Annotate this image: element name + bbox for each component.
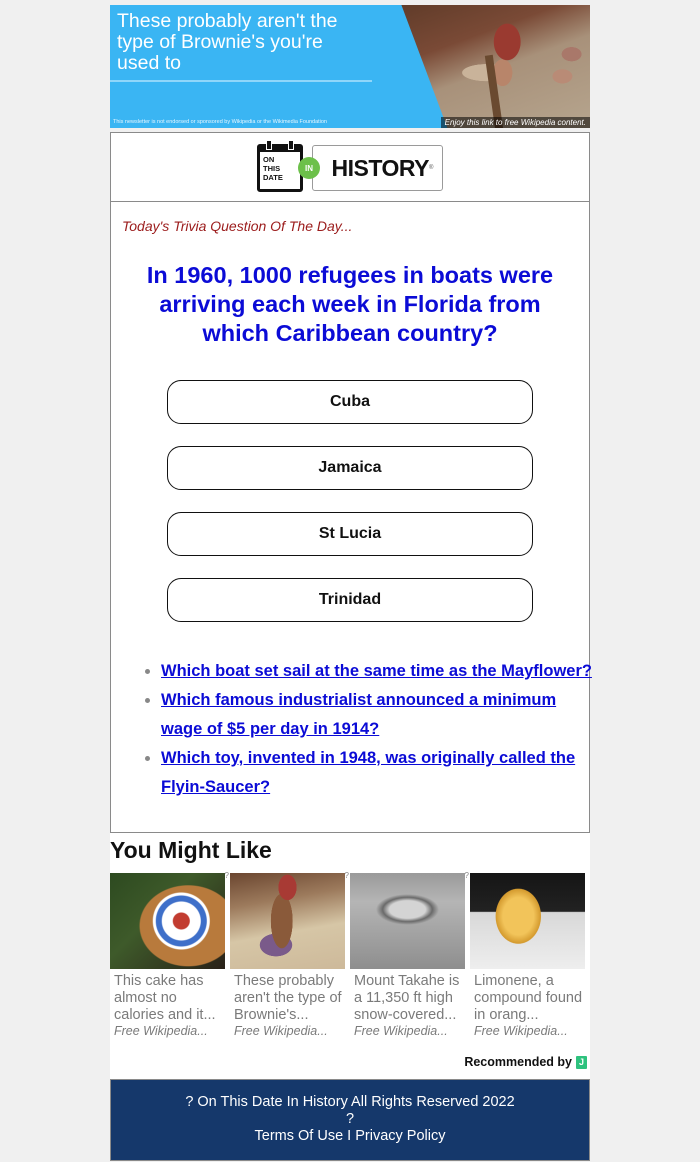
tile-title: These probably aren't the type of Browni… bbox=[234, 973, 342, 1023]
logo-word: HISTORY bbox=[331, 154, 430, 181]
answer-options: Cuba Jamaica St Lucia Trinidad bbox=[167, 380, 533, 644]
banner-image bbox=[401, 5, 590, 128]
more-questions-list: Which boat set sail at the same time as … bbox=[141, 657, 601, 802]
footer-separator: ? bbox=[345, 1111, 355, 1127]
recommendation-tile[interactable]: Limonene, a compound found in orang... F… bbox=[470, 873, 585, 1038]
site-logo[interactable]: ON THIS DATE IN HISTORY ® bbox=[257, 140, 443, 194]
copyright-text: ? On This Date In History All Rights Res… bbox=[185, 1094, 515, 1110]
tile-source: Free Wikipedia... bbox=[234, 1024, 328, 1038]
recommendation-tile[interactable]: ? This cake has almost no calories and i… bbox=[110, 871, 229, 1038]
list-item: Which famous industrialist announced a m… bbox=[161, 686, 601, 744]
thumbnail-image bbox=[110, 873, 225, 969]
registered-mark: ® bbox=[429, 165, 434, 171]
tile-source: Free Wikipedia... bbox=[354, 1024, 448, 1038]
logo-text-date: DATE bbox=[263, 173, 283, 182]
question-link[interactable]: Which famous industrialist announced a m… bbox=[161, 691, 556, 738]
banner-ad[interactable]: These probably aren't the type of Browni… bbox=[110, 5, 590, 128]
thumbnail-image bbox=[470, 873, 585, 969]
answer-button-jamaica[interactable]: Jamaica bbox=[167, 446, 533, 490]
answer-button-st-lucia[interactable]: St Lucia bbox=[167, 512, 533, 556]
list-item: Which boat set sail at the same time as … bbox=[161, 657, 601, 686]
banner-disclaimer: This newsletter is not endorsed or spons… bbox=[113, 119, 327, 125]
logo-history-box: HISTORY ® bbox=[312, 145, 443, 191]
recommendation-tiles: ? This cake has almost no calories and i… bbox=[110, 871, 590, 1038]
recommendations-heading: You Might Like bbox=[110, 837, 272, 863]
info-marker[interactable]: ? bbox=[225, 871, 229, 880]
info-marker[interactable]: ? bbox=[465, 871, 469, 880]
tile-source: Free Wikipedia... bbox=[114, 1024, 208, 1038]
tile-source: Free Wikipedia... bbox=[474, 1024, 568, 1038]
recommended-by[interactable]: Recommended by J bbox=[464, 1055, 587, 1069]
logo-header: ON THIS DATE IN HISTORY ® bbox=[111, 133, 589, 202]
thumbnail-image bbox=[350, 873, 465, 969]
trivia-label: Today's Trivia Question Of The Day... bbox=[122, 218, 353, 234]
question-link[interactable]: Which boat set sail at the same time as … bbox=[161, 662, 592, 680]
footer-links: Terms Of Use I Privacy Policy bbox=[111, 1128, 589, 1145]
answer-button-cuba[interactable]: Cuba bbox=[167, 380, 533, 424]
trivia-card: ON THIS DATE IN HISTORY ® Today's Trivia … bbox=[110, 132, 592, 833]
recommendations: You Might Like ? This cake has almost no… bbox=[110, 833, 590, 1079]
tile-title: Limonene, a compound found in orang... bbox=[474, 973, 583, 1023]
footer: ? On This Date In History All Rights Res… bbox=[110, 1079, 590, 1161]
list-item: Which toy, invented in 1948, was origina… bbox=[161, 744, 601, 802]
terms-link[interactable]: Terms Of Use bbox=[255, 1128, 344, 1144]
tile-title: Mount Takahe is a 11,350 ft high snow-co… bbox=[354, 973, 460, 1023]
tile-title: This cake has almost no calories and it.… bbox=[114, 973, 216, 1023]
recommended-by-label: Recommended by bbox=[464, 1055, 572, 1069]
calendar-icon: ON THIS DATE bbox=[257, 140, 303, 192]
logo-in-badge: IN bbox=[298, 157, 320, 179]
question-link[interactable]: Which toy, invented in 1948, was origina… bbox=[161, 749, 575, 796]
trivia-question: In 1960, 1000 refugees in boats were arr… bbox=[146, 262, 554, 346]
recommendation-tile[interactable]: ? Mount Takahe is a 11,350 ft high snow-… bbox=[350, 871, 469, 1038]
logo-text-this: THIS bbox=[263, 164, 281, 173]
info-marker[interactable]: ? bbox=[345, 871, 349, 880]
privacy-link[interactable]: Privacy Policy bbox=[355, 1128, 445, 1144]
thumbnail-image bbox=[230, 873, 345, 969]
logo-text-on: ON bbox=[263, 155, 275, 164]
recommendation-tile[interactable]: ? These probably aren't the type of Brow… bbox=[230, 871, 349, 1038]
banner-headline: These probably aren't the type of Browni… bbox=[117, 10, 338, 74]
banner-divider bbox=[110, 80, 372, 82]
newsletter: These probably aren't the type of Browni… bbox=[110, 5, 592, 1161]
provider-logo-icon: J bbox=[576, 1055, 587, 1069]
banner-caption: Enjoy this link to free Wikipedia conten… bbox=[440, 117, 590, 128]
answer-button-trinidad[interactable]: Trinidad bbox=[167, 578, 533, 622]
